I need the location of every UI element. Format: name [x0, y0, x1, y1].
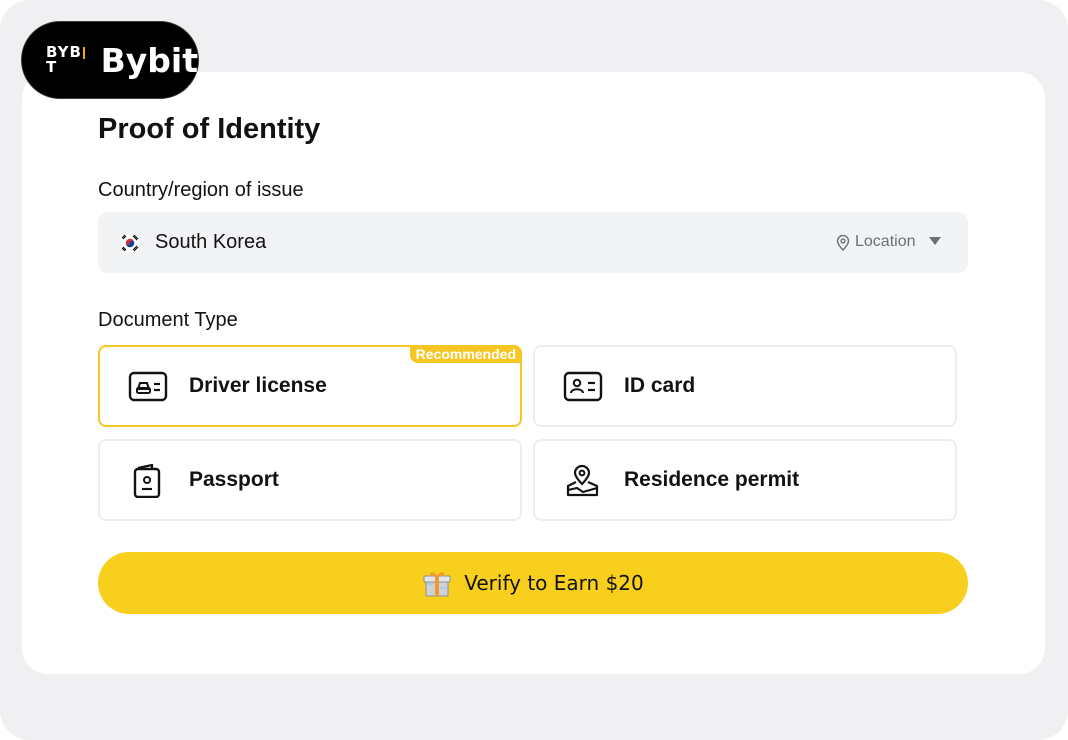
- recommended-badge: Recommended: [409, 345, 520, 363]
- location-pin-icon[interactable]: [836, 235, 850, 251]
- passport-icon: [133, 464, 161, 498]
- south-korea-flag-icon: [121, 234, 139, 252]
- gift-icon: [423, 572, 451, 597]
- country-value: South Korea: [155, 231, 267, 253]
- brand-name: Bybit: [100, 40, 198, 80]
- option-passport[interactable]: Passport: [98, 439, 522, 521]
- location-button[interactable]: Location: [855, 233, 916, 251]
- driver-license-icon: [128, 371, 168, 402]
- verify-earn-button[interactable]: Verify to Earn $20: [98, 552, 968, 614]
- option-residence-permit[interactable]: Residence permit: [533, 439, 957, 521]
- option-id-card[interactable]: ID card: [533, 345, 957, 427]
- option-label: Passport: [189, 468, 279, 491]
- option-label: Driver license: [189, 374, 327, 397]
- residence-permit-icon: [566, 464, 599, 497]
- id-card-icon: [563, 371, 603, 402]
- option-label: ID card: [624, 374, 696, 397]
- country-select[interactable]: South Korea Location: [98, 212, 968, 273]
- chevron-down-icon[interactable]: [929, 237, 941, 245]
- document-type-label: Document Type: [98, 309, 238, 331]
- page-title: Proof of Identity: [98, 113, 321, 145]
- verify-earn-label: Verify to Earn $20: [464, 571, 644, 595]
- option-label: Residence permit: [624, 468, 800, 491]
- country-label: Country/region of issue: [98, 179, 304, 201]
- bybit-logo-badge: BYBT Bybit: [21, 21, 199, 99]
- bybit-logo-mark: BYBT: [46, 45, 89, 75]
- option-driver-license[interactable]: Recommended Driver license: [98, 345, 522, 427]
